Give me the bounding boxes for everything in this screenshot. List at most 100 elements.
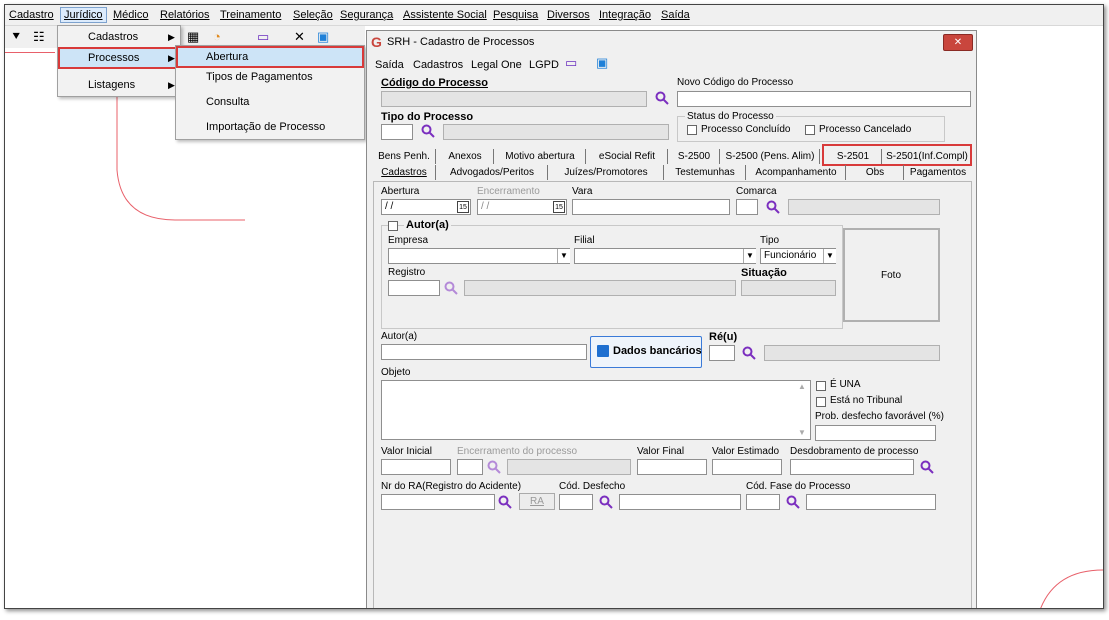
win-menu-lgpd[interactable]: LGPD — [529, 59, 559, 71]
cod-desfecho-desc-input — [619, 494, 741, 510]
search-icon[interactable] — [742, 346, 756, 360]
valor-final-input[interactable] — [637, 459, 707, 475]
menu-pesquisa[interactable]: Pesquisa — [493, 9, 538, 21]
menu-cadastro[interactable]: Cadastro — [9, 9, 54, 21]
menu-assistente-social[interactable]: Assistente Social — [403, 9, 487, 21]
prob-desfecho-input[interactable] — [815, 425, 936, 441]
cod-fase-code-input[interactable] — [746, 494, 780, 510]
menu-seguranca[interactable]: Segurança — [340, 9, 393, 21]
vara-input[interactable] — [572, 199, 730, 215]
tools-icon[interactable]: ✕ — [294, 29, 305, 45]
tipo-processo-code-input[interactable] — [381, 124, 413, 140]
processo-concluido-checkbox[interactable] — [687, 125, 697, 135]
scroll-up-icon[interactable]: ▲ — [798, 382, 806, 391]
ra-button[interactable]: RA — [519, 493, 555, 510]
comarca-code-input[interactable] — [736, 199, 758, 215]
filial-select[interactable] — [574, 248, 756, 264]
chevron-right-icon: ▶ — [168, 53, 175, 63]
tab-acompanhamento[interactable]: Acompanhamento — [747, 165, 846, 180]
submenu-item-abertura[interactable]: Abertura — [206, 51, 248, 63]
menu-integracao[interactable]: Integração — [599, 9, 651, 21]
tab-juizes-promotores[interactable]: Juízes/Promotores — [549, 165, 664, 180]
tab-s2500-pens-alim[interactable]: S-2500 (Pens. Alim) — [721, 149, 820, 164]
win-menu-saida[interactable]: Saída — [375, 59, 404, 71]
menu-selecao[interactable]: Seleção — [293, 9, 333, 21]
chevron-down-icon[interactable]: ▼ — [823, 249, 836, 263]
menu-item-listagens[interactable]: Listagens — [88, 79, 135, 91]
objeto-label: Objeto — [381, 367, 411, 378]
search-icon[interactable] — [599, 495, 613, 509]
cod-desfecho-code-input[interactable] — [559, 494, 593, 510]
tab-obs[interactable]: Obs — [847, 165, 904, 180]
menu-medico[interactable]: Médico — [113, 9, 148, 21]
chevron-down-icon[interactable]: ▼ — [743, 249, 756, 263]
search-icon[interactable] — [498, 495, 512, 509]
search-icon[interactable] — [421, 124, 435, 138]
tab-anexos[interactable]: Anexos — [437, 149, 494, 164]
menu-item-processos[interactable]: Processos — [88, 52, 139, 64]
search-icon[interactable] — [655, 91, 669, 105]
close-window-button[interactable]: ✕ — [943, 34, 973, 51]
menu-relatorios[interactable]: Relatórios — [160, 9, 210, 21]
registro-input[interactable] — [388, 280, 440, 296]
codigo-processo-input[interactable] — [381, 91, 647, 107]
search-icon[interactable] — [444, 281, 458, 295]
report-icon[interactable]: ▦ — [187, 29, 199, 45]
dados-bancarios-button[interactable]: Dados bancários — [590, 336, 702, 368]
calendar-icon[interactable]: 15 — [553, 201, 565, 213]
tab-cadastros[interactable]: Cadastros — [373, 165, 436, 180]
scroll-down-icon[interactable]: ▼ — [798, 428, 806, 437]
nr-ra-input[interactable] — [381, 494, 495, 510]
monitor-icon[interactable]: ▭ — [565, 55, 577, 71]
chevron-down-icon[interactable]: ▼ — [557, 249, 570, 263]
autor-group-checkbox[interactable] — [388, 221, 398, 231]
juridico-dropdown: Cadastros ▶ Processos ▶ Listagens ▶ — [57, 25, 181, 97]
menu-juridico[interactable]: Jurídico — [60, 7, 107, 23]
users-icon[interactable]: ☷ — [33, 29, 45, 45]
menu-saida[interactable]: Saída — [661, 9, 690, 21]
tab-bens-penh[interactable]: Bens Penh. — [373, 149, 436, 164]
g-icon[interactable]: ▣ — [596, 55, 608, 71]
autor-input[interactable] — [381, 344, 587, 360]
menu-diversos[interactable]: Diversos — [547, 9, 590, 21]
tab-motivo-abertura[interactable]: Motivo abertura — [495, 149, 586, 164]
tab-esocial-refit[interactable]: eSocial Refit — [587, 149, 668, 164]
desdobramento-input[interactable] — [790, 459, 914, 475]
menu-item-processos-selected[interactable]: Processos ▶ — [58, 47, 180, 69]
monitor-icon[interactable]: ▭ — [257, 29, 269, 45]
calendar-icon[interactable]: 15 — [457, 201, 469, 213]
novo-codigo-input[interactable] — [677, 91, 971, 107]
submenu-item-abertura-selected[interactable]: Abertura — [176, 46, 364, 68]
search-icon[interactable] — [920, 460, 934, 474]
win-menu-legal-one[interactable]: Legal One — [471, 59, 522, 71]
search-icon[interactable] — [766, 200, 780, 214]
valor-final-label: Valor Final — [637, 446, 685, 457]
tab-advogados-peritos[interactable]: Advogados/Peritos — [437, 165, 548, 180]
valor-inicial-input[interactable] — [381, 459, 451, 475]
submenu-item-importacao[interactable]: Importação de Processo — [206, 121, 325, 133]
abertura-label: Abertura — [381, 186, 420, 197]
encerramento-processo-code-input[interactable] — [457, 459, 483, 475]
processo-cancelado-checkbox[interactable] — [805, 125, 815, 135]
submenu-item-tipos-pagamentos[interactable]: Tipos de Pagamentos — [206, 71, 313, 83]
search-icon[interactable] — [786, 495, 800, 509]
search-icon[interactable] — [487, 460, 501, 474]
reu-code-input[interactable] — [709, 345, 735, 361]
menu-treinamento[interactable]: Treinamento — [220, 9, 281, 21]
funnel-icon[interactable]: ⯆ — [11, 29, 21, 45]
e-una-checkbox[interactable] — [816, 381, 826, 391]
empresa-select[interactable] — [388, 248, 570, 264]
menu-item-cadastros[interactable]: Cadastros — [88, 31, 138, 43]
submenu-item-consulta[interactable]: Consulta — [206, 96, 249, 108]
tab-pagamentos[interactable]: Pagamentos — [905, 165, 971, 180]
esta-tribunal-checkbox[interactable] — [816, 397, 826, 407]
g-icon[interactable]: ▣ — [317, 29, 329, 45]
win-menu-cadastros[interactable]: Cadastros — [413, 59, 463, 71]
tab-s2500[interactable]: S-2500 — [669, 149, 720, 164]
objeto-textarea[interactable] — [381, 380, 811, 440]
chart-icon[interactable]: ◔ — [213, 29, 221, 45]
tab-testemunhas[interactable]: Testemunhas — [665, 165, 746, 180]
valor-estimado-input[interactable] — [712, 459, 782, 475]
filial-label: Filial — [574, 235, 595, 246]
foto-frame[interactable]: Foto — [843, 228, 940, 322]
